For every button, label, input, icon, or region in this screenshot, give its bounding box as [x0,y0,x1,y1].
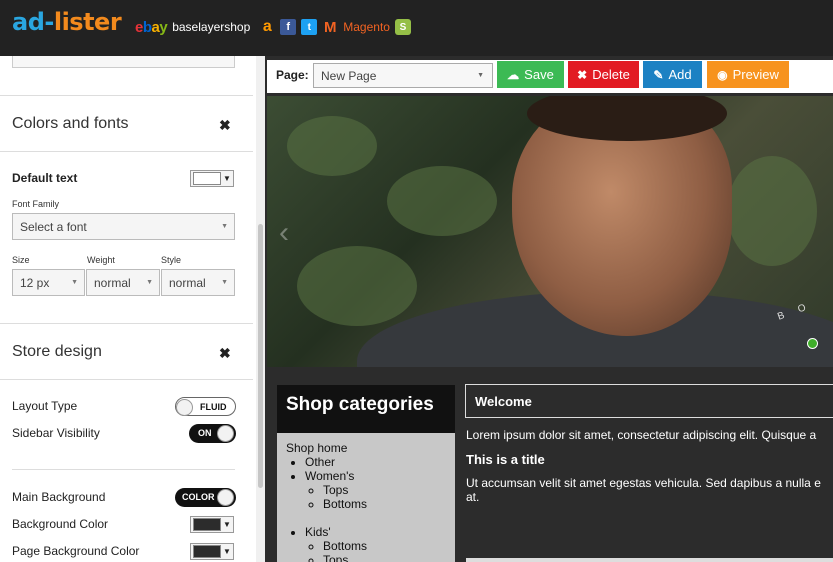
sidebar-scrollbar-thumb[interactable] [258,224,263,488]
color-swatch [193,172,221,185]
chevron-down-icon: ▼ [223,174,231,183]
layout-type-toggle[interactable]: FLUID [175,397,236,416]
subcategory-item[interactable]: Tops [323,483,446,497]
sidebar-visibility-label: Sidebar Visibility [12,426,100,440]
ebay-logo[interactable]: ebay [135,19,168,36]
section-title[interactable]: This is a title [466,452,545,467]
top-bar [0,0,833,56]
previous-section-field[interactable] [12,56,235,68]
chevron-down-icon: ▼ [221,279,228,286]
toggle-knob [217,489,234,506]
font-family-label: Font Family [12,199,60,209]
toggle-knob [176,399,193,416]
font-weight-select[interactable]: normal ▼ [86,269,160,296]
main-background-label: Main Background [12,490,106,504]
foliage [727,156,817,266]
chevron-down-icon: ▼ [223,520,231,529]
shop-name[interactable]: baselayershop [172,20,250,34]
intro-paragraph[interactable]: Lorem ipsum dolor sit amet, consectetur … [466,428,816,442]
delete-button[interactable]: ✖ Delete [568,61,639,88]
category-list: Other Women's Tops Bottoms Kids' Bottoms… [305,455,446,562]
chevron-down-icon: ▼ [477,72,484,79]
shop-categories-title: Shop categories [277,385,455,433]
twitter-icon[interactable]: t [301,19,318,35]
edit-icon: ✎ [653,67,664,82]
size-label: Size [12,255,30,265]
divider [12,469,235,470]
eye-icon: ◉ [717,67,728,82]
divider [0,323,253,324]
slider-dot[interactable] [807,338,818,349]
page-background-color-label: Page Background Color [12,544,140,558]
page-background-color-picker[interactable]: ▼ [190,543,234,560]
shop-home-link[interactable]: Shop home [286,441,446,455]
weight-label: Weight [87,255,115,265]
layout-type-label: Layout Type [12,399,78,413]
close-colors-fonts-icon[interactable]: ✖ [219,117,231,134]
shop-categories-list: Shop home Other Women's Tops Bottoms Kid… [277,433,455,562]
background-color-label: Background Color [12,517,109,531]
subcategory-item[interactable]: Tops [323,553,446,562]
channel-bar: ebay baselayershop a f t M Magento S [135,16,411,38]
category-item[interactable]: Other [305,455,446,469]
style-label: Style [161,255,182,265]
page-label: Page: [276,68,309,82]
subcategory-list: Bottoms Tops [323,539,446,562]
hero-banner-image[interactable]: ‹ B O [267,96,833,367]
amazon-icon[interactable]: a [259,18,275,35]
font-style-select[interactable]: normal ▼ [161,269,235,296]
cloud-upload-icon: ☁ [507,67,520,82]
category-item[interactable]: Kids' Bottoms Tops [305,525,446,562]
chevron-left-icon[interactable]: ‹ [279,216,289,250]
chevron-down-icon: ▼ [146,279,153,286]
category-item[interactable]: Women's Tops Bottoms [305,469,446,525]
divider [0,379,253,380]
welcome-heading[interactable]: Welcome [465,384,833,418]
close-icon: ✖ [577,67,588,82]
font-family-select[interactable]: Select a font ▼ [12,213,235,240]
sidebar-visibility-toggle[interactable]: ON [189,424,236,443]
default-text-color-picker[interactable]: ▼ [190,170,234,187]
subcategory-list: Tops Bottoms [323,483,446,511]
page-select[interactable]: New Page ▼ [313,63,493,88]
add-button[interactable]: ✎ Add [643,61,702,88]
font-size-select[interactable]: 12 px ▼ [12,269,85,296]
chevron-down-icon: ▼ [71,279,78,286]
chevron-down-icon: ▼ [223,547,231,556]
shopify-icon[interactable]: S [394,19,411,35]
subcategory-item[interactable]: Bottoms [323,539,446,553]
body-paragraph-line-1[interactable]: Ut accumsan velit sit amet egestas vehic… [466,476,821,490]
colors-fonts-title[interactable]: Colors and fonts [12,115,129,133]
magento-label[interactable]: Magento [343,20,390,34]
color-swatch [193,518,221,531]
divider [0,151,253,152]
ad-lister-logo[interactable]: ad-lister [12,8,122,36]
default-text-label: Default text [12,171,78,185]
foliage [297,246,417,326]
background-color-picker[interactable]: ▼ [190,516,234,533]
foliage [387,166,497,236]
color-swatch [193,545,221,558]
facebook-icon[interactable]: f [280,19,297,35]
subcategory-item[interactable]: Bottoms [323,497,446,511]
preview-button[interactable]: ◉ Preview [707,61,789,88]
foliage [287,116,377,176]
chevron-down-icon: ▼ [221,223,228,230]
content-block-border [466,558,833,562]
divider [0,95,253,96]
store-design-title[interactable]: Store design [12,343,102,361]
close-store-design-icon[interactable]: ✖ [219,345,231,362]
magento-icon[interactable]: M [322,19,338,36]
toggle-knob [217,425,234,442]
body-paragraph-line-2[interactable]: at. [466,490,479,504]
main-background-toggle[interactable]: COLOR [175,488,236,507]
save-button[interactable]: ☁ Save [497,61,564,88]
